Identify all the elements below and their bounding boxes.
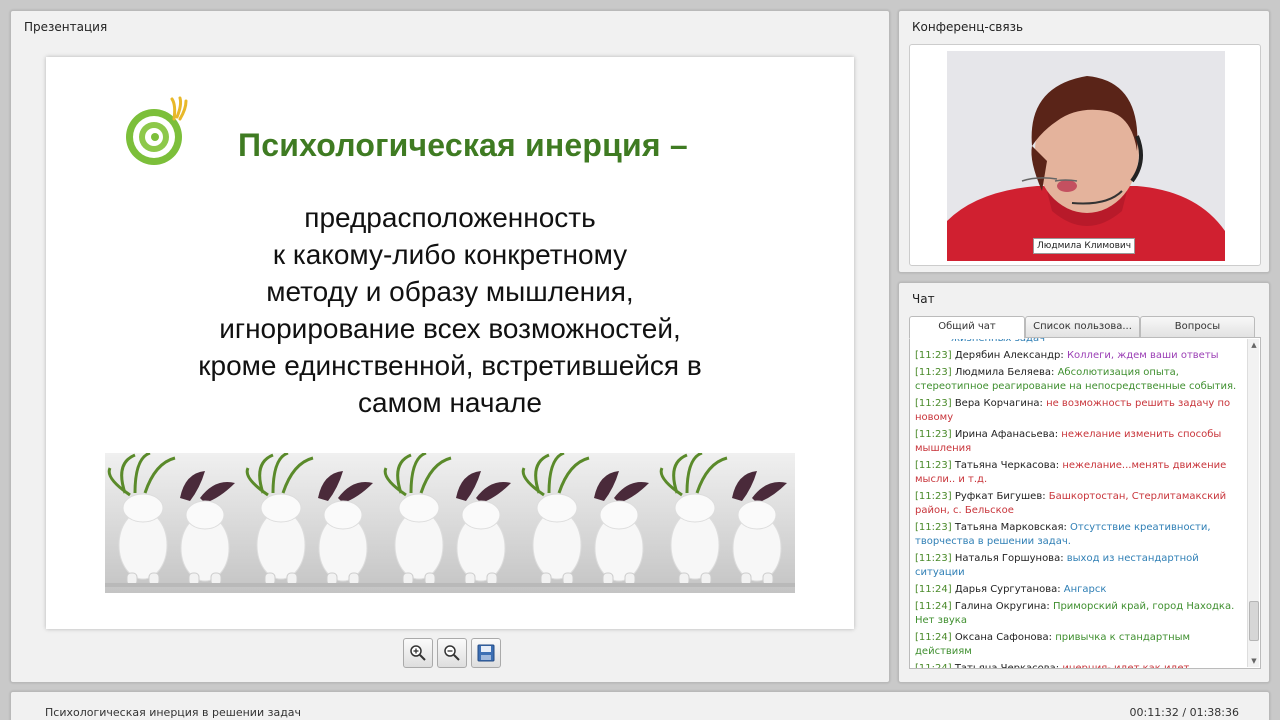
message-author: Оксана Сафонова: [954,632,1053,643]
scroll-up-icon[interactable]: ▲ [1248,339,1260,351]
chat-message: [11:24] Галина Округина: Приморский край… [915,600,1245,628]
chat-tabs: Общий чат Список пользова... Вопросы [909,316,1255,339]
slide-line: методу и образу мышления, [266,276,634,307]
chat-message: [11:23] Татьяна Черкасова: нежелание...м… [915,459,1245,487]
speaker-name-tag: Людмила Климович [1033,238,1136,254]
chat-panel-title: Чат [912,292,935,306]
zoom-in-button[interactable] [403,638,433,668]
message-text: Ангарск [1063,584,1107,595]
message-timestamp: [11:23] [915,429,952,440]
message-author: Ирина Афанасьева: [954,429,1059,440]
message-timestamp: [11:23] [915,350,952,361]
message-timestamp: [11:23] [915,367,952,378]
presentation-panel: Презентация Психологическая инерция – пр… [10,10,890,683]
message-author: Наталья Горшунова: [954,553,1064,564]
zoom-out-button[interactable] [437,638,467,668]
slide: Психологическая инерция – предрасположен… [46,57,854,629]
message-author: Вера Корчагина: [954,398,1043,409]
recording-title: Психологическая инерция в решении задач [45,706,302,719]
message-author: Галина Округина: [954,601,1050,612]
chat-message: [11:23] Руфкат Бигушев: Башкортостан, Ст… [915,490,1245,518]
message-author: Татьяна Черкасова: [954,663,1060,669]
slide-line: самом начале [358,387,542,418]
message-text: Коллеги, ждем ваши ответы [1066,350,1219,361]
snail-logo [126,96,188,165]
monkey-figurines-image [105,453,795,593]
save-icon [477,644,495,662]
chat-message: [11:24] Оксана Сафонова: привычка к стан… [915,631,1245,659]
slide-title: Психологическая инерция – [238,127,688,163]
slide-line: игнорирование всех возможностей, [219,313,681,344]
slide-line: кроме единственной, встретившейся в [198,350,702,381]
chat-messages-area[interactable]: жизненных задач [11:23] Дерябин Александ… [909,337,1261,669]
tab-user-list[interactable]: Список пользова... [1025,316,1140,338]
chat-message: [11:23] Наталья Горшунова: выход из нест… [915,552,1245,580]
chat-message: [11:23] Ирина Афанасьева: нежелание изме… [915,428,1245,456]
message-timestamp: [11:23] [915,398,952,409]
message-author: Людмила Беляева: [954,367,1055,378]
message-timestamp: [11:24] [915,632,952,643]
save-button[interactable] [471,638,501,668]
chat-scrollbar[interactable]: ▲ ▼ [1247,339,1259,667]
slide-line: предрасположенность [304,202,596,233]
message-author: Дерябин Александр: [954,350,1064,361]
tab-questions[interactable]: Вопросы [1140,316,1255,338]
chat-message: [11:24] Дарья Сургутанова: Ангарск [915,583,1245,597]
scroll-thumb[interactable] [1249,601,1259,641]
message-timestamp: [11:24] [915,584,952,595]
message-timestamp: [11:23] [915,460,952,471]
chat-panel: Чат Общий чат Список пользова... Вопросы… [898,282,1270,683]
message-author: Татьяна Марковская: [954,522,1067,533]
chat-message: [11:23] Татьяна Марковская: Отсутствие к… [915,521,1245,549]
message-timestamp: [11:23] [915,553,952,564]
chat-message: [11:23] Вера Корчагина: не возможность р… [915,397,1245,425]
zoom-in-icon [410,645,426,661]
speaker-video[interactable]: Людмила Климович [947,51,1225,261]
footer-bar: Психологическая инерция в решении задач … [10,691,1270,720]
tab-general-chat[interactable]: Общий чат [909,316,1025,339]
message-author: Дарья Сургутанова: [954,584,1061,595]
message-timestamp: [11:23] [915,491,952,502]
message-timestamp: [11:24] [915,663,952,669]
conference-panel-title: Конференц-связь [912,20,1024,34]
presentation-panel-title: Презентация [24,20,108,34]
playback-time: 00:11:32 / 01:38:36 [1129,706,1239,719]
chat-message-list: жизненных задач [11:23] Дерябин Александ… [915,338,1245,669]
message-timestamp: [11:23] [915,522,952,533]
slide-controls [403,638,501,668]
slide-line: к какому-либо конкретному [272,239,628,270]
message-author: Татьяна Черкасова: [954,460,1060,471]
video-container: Людмила Климович [909,44,1261,266]
zoom-out-icon [444,645,460,661]
slide-body: предрасположенность к какому-либо конкре… [15,199,885,421]
chat-message: [11:23] Дерябин Александр: Коллеги, ждем… [915,349,1245,363]
chat-message: [11:24] Татьяна Черкасова: инерция- идет… [915,662,1245,669]
message-author: Руфкат Бигушев: [954,491,1046,502]
message-timestamp: [11:24] [915,601,952,612]
scroll-down-icon[interactable]: ▼ [1248,655,1260,667]
chat-message: [11:23] Людмила Беляева: Абсолютизация о… [915,366,1245,394]
message-text: инерция- идет,как идет.. [1062,663,1196,669]
conference-panel: Конференц-связь Людмила Климович [898,10,1270,273]
